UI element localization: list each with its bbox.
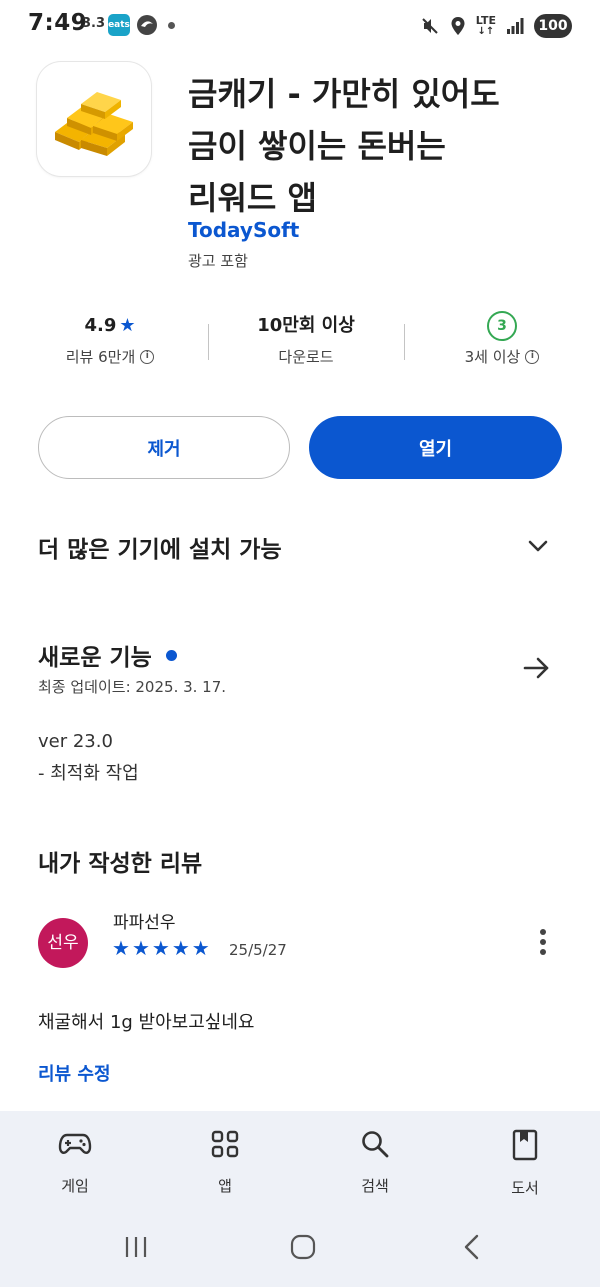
mute-icon — [422, 18, 438, 34]
edit-review-link[interactable]: 리뷰 수정 — [38, 1060, 111, 1086]
stats-row: 4.9 ★ 리뷰 6만개 i 10만회 이상 다운로드 3 3세 이상 i — [0, 310, 600, 380]
status-bar: 7:49 3.3 eats LTE ↓↑ 100 — [0, 0, 600, 52]
gold-bars-icon — [55, 92, 133, 156]
review-text: 채굴해서 1g 받아보고싶네요 — [38, 1012, 255, 1033]
home-icon[interactable] — [289, 1233, 317, 1261]
app-title: 금캐기 - 가만히 있어도 금이 쌓이는 돈버는 리워드 앱 — [188, 68, 568, 224]
star-icon: ★ — [112, 936, 130, 960]
star-icon: ★ — [191, 936, 210, 960]
status-right-icons: LTE ↓↑ 100 — [420, 12, 572, 40]
nav-item-search[interactable]: 검색 — [325, 1129, 425, 1196]
app-title-line3: 리워드 앱 — [188, 179, 317, 217]
nav-item-apps[interactable]: 앱 — [175, 1129, 275, 1196]
nav-label-books: 도서 — [511, 1179, 539, 1197]
status-temperature: 3.3 — [82, 16, 106, 31]
downloads-label: 다운로드 — [278, 348, 334, 366]
last-updated: 최종 업데이트: 2025. 3. 17. — [38, 678, 227, 696]
whats-new-title: 새로운 기능 — [38, 645, 152, 671]
chevron-down-icon[interactable] — [524, 532, 552, 560]
release-notes: ver 23.0 - 최적화 작업 — [38, 726, 139, 790]
notification-app-icon — [137, 15, 157, 35]
system-navigation-bar — [0, 1211, 600, 1287]
nav-item-games[interactable]: 게임 — [25, 1129, 125, 1196]
gamepad-icon — [58, 1133, 92, 1154]
app-title-line2: 금이 쌓이는 돈버는 — [188, 127, 446, 165]
nav-label-games: 게임 — [61, 1177, 89, 1195]
review-star-rating: ★ ★ ★ ★ ★ — [112, 936, 210, 960]
age-rating-badge: 3 — [487, 311, 517, 341]
location-icon — [451, 17, 465, 35]
rating-stat[interactable]: 4.9 ★ 리뷰 6만개 i — [10, 310, 210, 367]
developer-link[interactable]: TodaySoft — [188, 218, 299, 242]
apps-grid-icon — [211, 1130, 239, 1158]
downloads-value: 10만회 이상 — [257, 315, 355, 336]
my-review-title: 내가 작성한 리뷰 — [38, 851, 203, 877]
info-icon: i — [140, 349, 155, 364]
review-date: 25/5/27 — [229, 941, 287, 959]
nav-item-books[interactable]: 도서 — [475, 1129, 575, 1198]
back-icon[interactable] — [458, 1233, 486, 1261]
signal-icon — [507, 18, 524, 34]
nav-label-search: 검색 — [361, 1177, 389, 1195]
star-icon: ★ — [119, 315, 136, 336]
open-button[interactable]: 열기 — [309, 416, 562, 479]
new-indicator-dot — [165, 649, 177, 661]
contains-ads-label: 광고 포함 — [188, 252, 248, 270]
rating-value: 4.9 — [84, 315, 117, 336]
star-icon: ★ — [131, 936, 150, 960]
reviews-count-label: 리뷰 6만개 — [65, 348, 136, 366]
reviewer-name: 파파선우 — [113, 913, 176, 933]
battery-indicator: 100 — [534, 14, 572, 38]
install-on-more-devices[interactable]: 더 많은 기기에 설치 가능 — [38, 530, 282, 564]
app-title-line1: 금캐기 - 가만히 있어도 — [188, 75, 500, 113]
age-rating-label: 3세 이상 — [464, 348, 521, 366]
version-text: ver 23.0 — [38, 731, 113, 752]
downloads-stat: 10만회 이상 다운로드 — [206, 310, 406, 367]
book-icon — [512, 1129, 538, 1161]
star-icon: ★ — [151, 936, 170, 960]
age-rating-stat[interactable]: 3 3세 이상 i — [402, 310, 600, 367]
app-icon — [37, 62, 151, 176]
more-notifications-dot — [168, 22, 175, 29]
avatar: 선우 — [38, 918, 88, 968]
network-type: LTE — [475, 14, 496, 27]
arrow-right-icon[interactable] — [520, 652, 552, 684]
search-icon — [362, 1131, 389, 1158]
whats-new-header[interactable]: 새로운 기능 — [38, 638, 177, 672]
star-icon: ★ — [171, 936, 190, 960]
bottom-navigation: 게임 앱 검색 도서 — [0, 1111, 600, 1211]
nav-label-apps: 앱 — [218, 1177, 232, 1195]
lte-indicator: LTE ↓↑ — [475, 14, 496, 37]
release-note-line: - 최적화 작업 — [38, 763, 139, 784]
more-vert-icon[interactable] — [536, 929, 550, 959]
recent-apps-icon[interactable] — [122, 1233, 150, 1261]
info-icon: i — [525, 349, 540, 364]
uninstall-button[interactable]: 제거 — [38, 416, 290, 479]
status-time: 7:49 — [28, 10, 88, 36]
eats-app-icon: eats — [108, 14, 130, 36]
